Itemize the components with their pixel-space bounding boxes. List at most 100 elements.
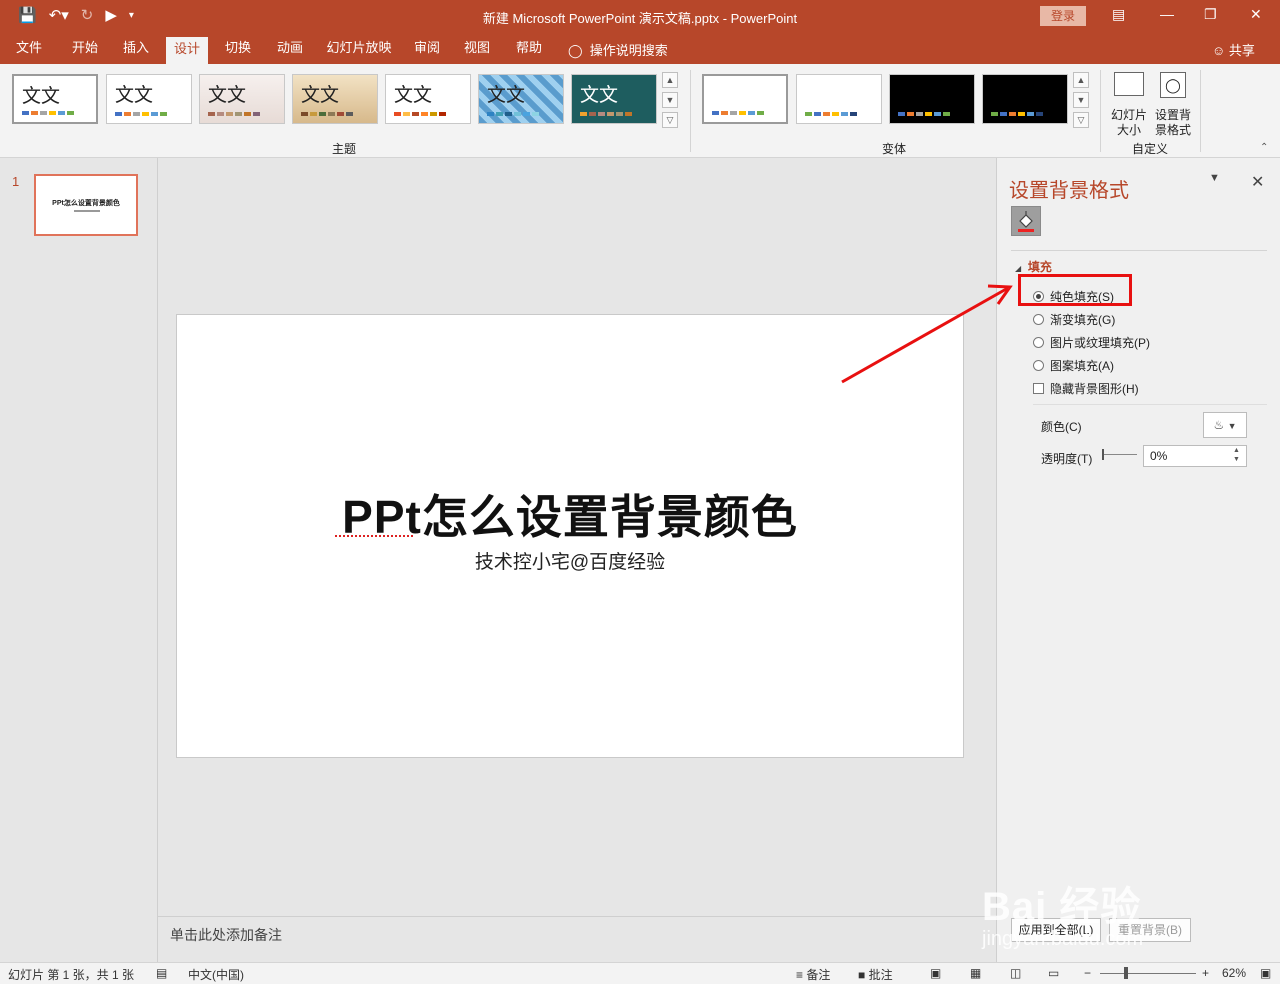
slideshow-view-icon[interactable]: ▭ <box>1048 966 1059 980</box>
ribbon-display-options-icon[interactable]: ▤ <box>1112 6 1125 23</box>
tab-insert[interactable]: 插入 <box>114 32 158 64</box>
login-button[interactable]: 登录 <box>1040 6 1086 26</box>
share-button[interactable]: ☺ 共享 <box>1212 40 1255 59</box>
variants-scroll-up-icon[interactable]: ▲ <box>1073 72 1089 88</box>
themes-more-icon[interactable]: ▽ <box>662 112 678 128</box>
slide-sorter-icon[interactable]: ▦ <box>970 966 981 980</box>
reading-view-icon[interactable]: ◫ <box>1010 966 1021 980</box>
normal-view-icon[interactable]: ▣ <box>930 966 941 980</box>
slide-size-button[interactable]: 幻灯片大小 <box>1106 68 1152 138</box>
group-label-customize: 自定义 <box>1132 142 1169 156</box>
picture-fill-option[interactable]: 图片或纹理填充(P) <box>1033 334 1150 351</box>
accessibility-icon[interactable]: ▤ <box>156 966 167 980</box>
variant-4[interactable] <box>982 74 1068 124</box>
gradient-fill-option[interactable]: 渐变填充(G) <box>1033 311 1115 328</box>
tell-me-search[interactable]: ◯ 操作说明搜索 <box>568 40 668 59</box>
notes-placeholder: 单击此处添加备注 <box>170 927 282 943</box>
color-picker-button[interactable]: ♨ ▼ <box>1203 412 1247 438</box>
transparency-input[interactable]: 0% <box>1143 445 1247 467</box>
format-background-icon: ◯ <box>1160 72 1186 98</box>
zoom-out-icon[interactable]: − <box>1084 966 1091 980</box>
close-window-icon[interactable]: ✕ <box>1250 6 1262 23</box>
radio-pattern[interactable] <box>1033 360 1044 371</box>
zoom-slider[interactable] <box>1100 973 1196 974</box>
radio-picture[interactable] <box>1033 337 1044 348</box>
color-label: 颜色(C) <box>1041 420 1082 434</box>
notes-toggle[interactable]: ≡ 备注 <box>796 966 830 983</box>
variant-3[interactable] <box>889 74 975 124</box>
group-label-variants: 变体 <box>882 142 907 156</box>
themes-scroll-down-icon[interactable]: ▼ <box>662 92 678 108</box>
variant-2[interactable] <box>796 74 882 124</box>
transparency-slider-thumb[interactable] <box>1102 449 1104 460</box>
theme-teal[interactable]: 文文 <box>571 74 657 124</box>
theme-office[interactable]: 文文 <box>12 74 98 124</box>
tab-transitions[interactable]: 切换 <box>216 32 260 64</box>
spinner-icon[interactable]: ▲ ▼ <box>1233 446 1240 464</box>
notes-area[interactable]: 单击此处添加备注 <box>158 916 996 962</box>
slide-number: 1 <box>12 174 20 189</box>
minimize-icon[interactable]: — <box>1160 6 1174 22</box>
zoom-slider-thumb[interactable] <box>1124 967 1128 979</box>
restore-icon[interactable]: ❐ <box>1204 6 1217 23</box>
notes-icon: ≡ <box>796 968 804 982</box>
window-title: 新建 Microsoft PowerPoint 演示文稿.pptx - Powe… <box>482 11 798 26</box>
baidu-watermark: Bai 经验 <box>982 885 1142 929</box>
pattern-fill-option[interactable]: 图案填充(A) <box>1033 357 1114 374</box>
fit-to-window-icon[interactable]: ▣ <box>1260 966 1271 980</box>
language-indicator[interactable]: 中文(中国) <box>188 966 244 983</box>
collapse-ribbon-icon[interactable]: ⌃ <box>1260 142 1268 153</box>
tab-file[interactable]: 文件 <box>8 32 50 64</box>
pane-title: 设置背景格式 <box>1009 180 1129 202</box>
variant-1[interactable] <box>702 74 788 124</box>
theme-pattern[interactable]: 文文 <box>478 74 564 124</box>
tab-help[interactable]: 帮助 <box>506 32 552 64</box>
fill-section-header[interactable]: ◢ 填充 <box>1015 258 1052 275</box>
slide-thumbnail[interactable]: PPt怎么设置背景颜色 <box>34 174 138 236</box>
format-background-button[interactable]: ◯ 设置背景格式 <box>1152 68 1194 138</box>
radio-gradient[interactable] <box>1033 314 1044 325</box>
pane-options-icon[interactable]: ▼ <box>1209 172 1220 184</box>
chevron-down-icon: ▼ <box>1227 421 1237 431</box>
paint-bucket-icon: ♨ <box>1213 418 1225 432</box>
title-bar: 💾 ↶▾ ↻ ▶ ▾ 新建 Microsoft PowerPoint 演示文稿.… <box>0 0 1280 32</box>
ribbon-divider <box>1200 70 1201 152</box>
thumbnail-subtitle-line <box>74 210 100 212</box>
variants-scroll-down-icon[interactable]: ▼ <box>1073 92 1089 108</box>
collapse-triangle-icon: ◢ <box>1015 264 1022 273</box>
slide-size-icon <box>1114 72 1144 96</box>
pane-divider <box>1033 404 1267 405</box>
tab-review[interactable]: 审阅 <box>406 32 448 64</box>
transparency-slider[interactable] <box>1103 454 1137 455</box>
comments-toggle[interactable]: ■ 批注 <box>858 966 893 983</box>
tab-view[interactable]: 视图 <box>456 32 498 64</box>
transparency-label: 透明度(T) <box>1041 452 1093 466</box>
zoom-in-icon[interactable]: + <box>1202 966 1209 980</box>
tab-home[interactable]: 开始 <box>62 32 108 64</box>
watermark-url: jingyan.baidu.com <box>982 928 1144 950</box>
pane-divider <box>1011 250 1267 251</box>
slide-title[interactable]: PPt怎么设置背景颜色 <box>177 481 963 547</box>
person-icon: ☺ <box>1212 43 1226 58</box>
tab-design[interactable]: 设计 <box>166 37 208 64</box>
theme-ink[interactable]: 文文 <box>292 74 378 124</box>
theme-wood[interactable]: 文文 <box>199 74 285 124</box>
fill-tab-icon[interactable] <box>1011 206 1041 236</box>
tab-animations[interactable]: 动画 <box>268 32 312 64</box>
checkbox-hide-bg[interactable] <box>1033 383 1044 394</box>
themes-scroll-up-icon[interactable]: ▲ <box>662 72 678 88</box>
comment-icon: ■ <box>858 968 866 982</box>
highlight-box <box>1018 274 1132 306</box>
hide-bg-graphics-option[interactable]: 隐藏背景图形(H) <box>1033 380 1139 397</box>
tab-slideshow[interactable]: 幻灯片放映 <box>320 32 398 64</box>
spellcheck-underline <box>335 534 413 537</box>
lightbulb-icon: ◯ <box>568 43 583 58</box>
pane-close-icon[interactable]: ✕ <box>1251 172 1264 192</box>
theme-red-line[interactable]: 文文 <box>385 74 471 124</box>
zoom-level[interactable]: 62% <box>1222 966 1246 980</box>
theme-office-2[interactable]: 文文 <box>106 74 192 124</box>
variants-more-icon[interactable]: ▽ <box>1073 112 1089 128</box>
ribbon-divider <box>1100 70 1101 152</box>
slide-subtitle[interactable]: 技术控小宅@百度经验 <box>177 547 963 574</box>
ribbon-design: 文文 文文 文文 文文 文文 文文 文文 ▲ ▼ ▽ ▲ ▼ ▽ 幻灯片大小 ◯… <box>0 64 1280 158</box>
